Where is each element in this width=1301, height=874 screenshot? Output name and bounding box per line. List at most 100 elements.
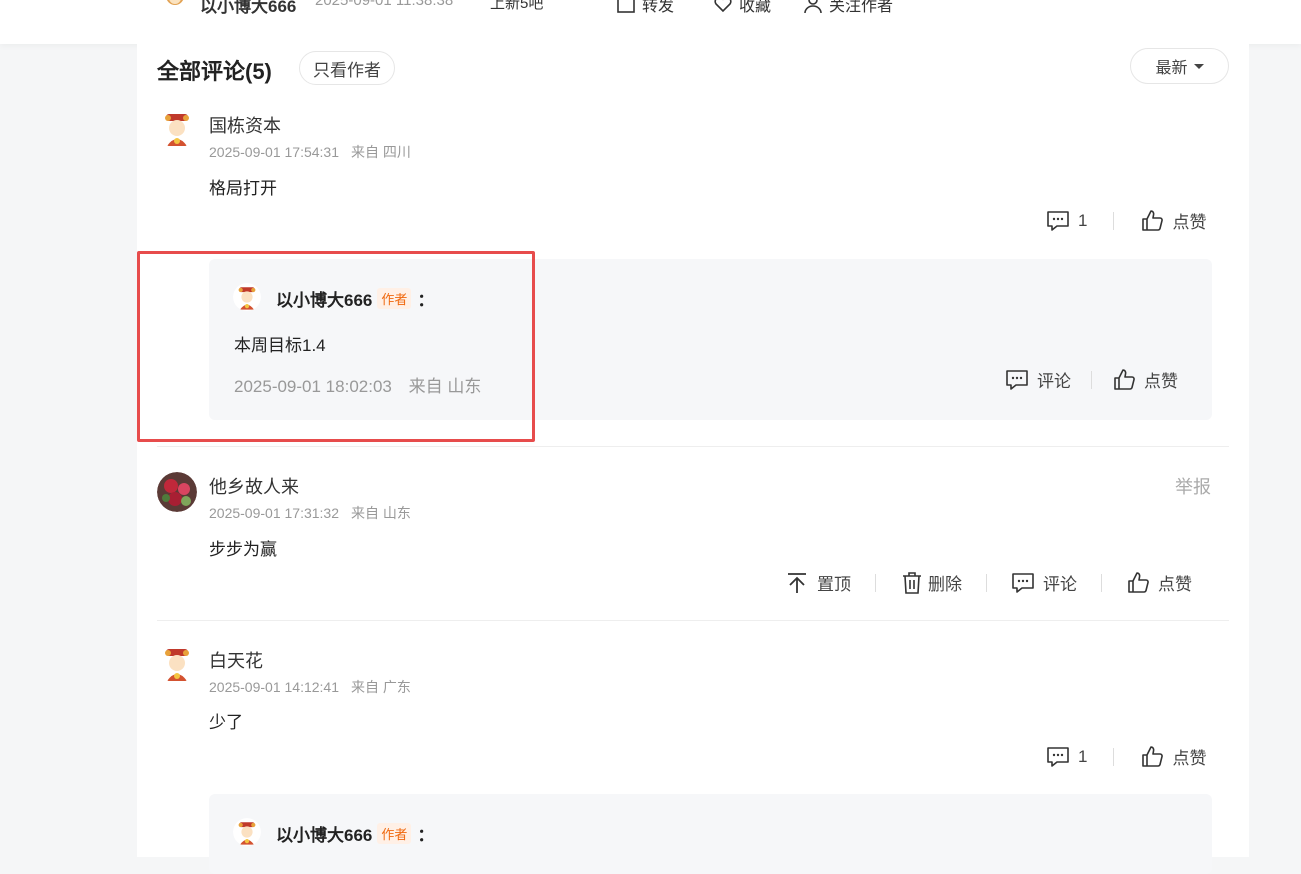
avatar[interactable] [233,283,261,311]
follow-author-label: 关注作者 [829,0,894,15]
comment-time: 2025-09-01 17:54:31 [209,144,339,160]
comment-location: 来自 四川 [351,144,411,160]
reply-box: 以小博大666 作者 ： 本周目标1.4 2025-09-01 18:02:03… [209,259,1212,420]
reply-location: 来自 山东 [408,377,482,396]
comment-content: 少了 [209,713,243,732]
like-label: 点赞 [1172,213,1207,232]
trash-icon [903,571,921,594]
fortune-god-avatar-icon [233,283,261,311]
post-time: 2025-09-01 11:38:38 [315,0,454,9]
heart-icon [714,0,732,13]
comment-icon [1047,746,1069,767]
comment-label: 评论 [1037,372,1071,391]
forward-label: 转发 [642,0,675,15]
comment-label: 评论 [1043,575,1077,594]
reply-colon: ： [417,291,435,310]
like-button[interactable]: 点赞 [1140,208,1206,233]
reply-like-button[interactable]: 点赞 [1112,367,1178,392]
comment-time: 2025-09-01 14:12:41 [209,679,339,695]
comment-meta: 2025-09-01 17:31:32 来自 山东 [209,503,411,523]
fortune-god-avatar-icon [157,108,197,148]
caret-down-icon [1193,63,1204,69]
comments-panel: 全部评论(5) 只看作者 最新 国栋资本 2025-09-01 17:54:31… [137,44,1249,874]
thumbs-up-icon [1142,745,1164,767]
reply-actions: 评论 点赞 [1005,367,1178,392]
like-button[interactable]: 点赞 [1140,744,1206,769]
comment-content: 格局打开 [209,179,277,198]
author-badge: 作者 [377,288,412,309]
delete-button[interactable]: 删除 [900,570,962,595]
comment-actions: 置顶 删除 评论 点赞 [785,570,1192,595]
reply-comment-button[interactable]: 评论 [1005,367,1071,392]
action-divider [1101,573,1102,592]
sort-dropdown[interactable]: 最新 [1130,48,1229,84]
like-label: 点赞 [1144,372,1178,391]
comment-meta: 2025-09-01 14:12:41 来自 广东 [209,677,411,697]
reply-count: 1 [1078,746,1088,766]
reply-user-name[interactable]: 以小博大666 [276,286,372,311]
reply-colon: ： [417,826,435,845]
action-divider [1113,211,1115,230]
reply-box: 以小博大666 作者 ： [209,794,1212,874]
comment-button[interactable]: 评论 [1011,570,1077,595]
action-divider [1091,370,1092,389]
comment-location: 来自 山东 [351,505,411,521]
forward-button[interactable]: 转发 [616,0,674,16]
author-avatar-icon[interactable] [162,0,188,8]
sort-label: 最新 [1155,60,1188,77]
comment-icon [1006,369,1028,390]
comment-icon [1012,572,1034,593]
delete-label: 删除 [928,575,962,594]
post-forum[interactable]: 上新5吧 [490,0,543,13]
avatar[interactable] [157,108,197,148]
comment-divider [157,620,1229,621]
comment-meta: 2025-09-01 17:54:31 来自 四川 [209,142,411,162]
comment-user-name[interactable]: 白天花 [209,647,263,673]
reply-user-name[interactable]: 以小博大666 [276,821,372,846]
like-button[interactable]: 点赞 [1126,570,1192,595]
action-divider [986,573,987,592]
reply-header: 以小博大666 作者 ： [276,821,434,846]
comment-actions: 1 点赞 [1046,744,1206,769]
comment-icon [1047,210,1069,231]
pin-top-icon [788,572,806,593]
reply-count-button[interactable]: 1 [1046,209,1087,233]
like-label: 点赞 [1172,749,1207,768]
avatar[interactable] [233,818,261,846]
favorite-button[interactable]: 收藏 [713,0,771,16]
avatar[interactable] [157,472,197,512]
action-divider [1113,747,1115,766]
forward-icon [617,0,635,13]
post-top-bar: 以小博大666 2025-09-01 11:38:38 上新5吧 转发 收藏 关… [0,0,1301,44]
flower-photo-avatar-icon [157,472,197,512]
thumbs-up-icon [1114,368,1135,390]
reply-meta: 2025-09-01 18:02:03 来自 山东 [234,372,481,397]
like-label: 点赞 [1158,575,1192,594]
reply-content: 本周目标1.4 [234,336,326,355]
user-icon [804,0,822,14]
comment-user-name[interactable]: 他乡故人来 [209,473,299,499]
reply-count: 1 [1078,210,1088,230]
action-divider [875,573,876,592]
comments-title: 全部评论(5) [157,59,272,84]
comment-time: 2025-09-01 17:31:32 [209,505,339,521]
avatar[interactable] [157,643,197,683]
post-author-name[interactable]: 以小博大666 [200,0,296,17]
comment-location: 来自 广东 [351,679,411,695]
fortune-god-avatar-icon [233,818,261,846]
reply-count-button[interactable]: 1 [1046,745,1087,769]
only-author-button[interactable]: 只看作者 [299,51,395,85]
favorite-label: 收藏 [739,0,772,15]
pin-label: 置顶 [817,575,851,594]
follow-author-button[interactable]: 关注作者 [803,0,893,16]
fortune-god-avatar-icon [157,643,197,683]
comment-content: 步步为赢 [209,540,277,559]
reply-header: 以小博大666 作者 ： [276,286,434,311]
comment-user-name[interactable]: 国栋资本 [209,112,281,138]
comment-actions: 1 点赞 [1046,208,1206,233]
thumbs-up-icon [1142,209,1164,231]
report-button[interactable]: 举报 [1175,473,1211,499]
pin-button[interactable]: 置顶 [785,570,851,595]
comment-divider [157,446,1229,447]
author-badge: 作者 [377,823,412,844]
